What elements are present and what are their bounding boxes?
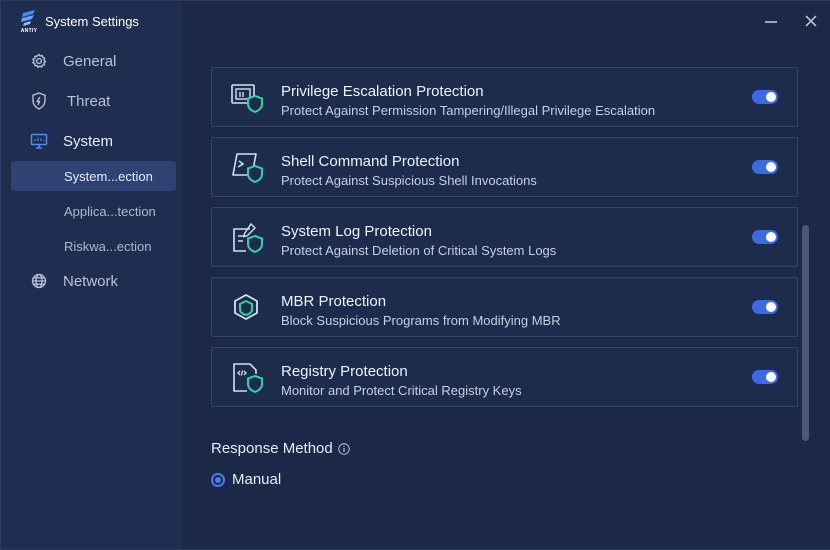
sidebar-item-label: System: [63, 132, 114, 150]
sidebar: ANTIY System Settings General Threat Sys…: [1, 1, 182, 549]
response-method-title: Response Method: [211, 440, 333, 457]
sidebar-subitem-label: System...ection: [64, 168, 153, 184]
close-icon: [805, 15, 817, 27]
card-title: MBR Protection: [281, 293, 387, 310]
manual-radio-option[interactable]: Manual: [211, 471, 281, 488]
sidebar-item-system[interactable]: System: [11, 126, 176, 156]
toggle-knob: [766, 92, 776, 102]
sidebar-subitem-label: Applica...tection: [64, 203, 156, 219]
card-title: Privilege Escalation Protection: [281, 83, 484, 100]
registry-card: Registry Protection Monitor and Protect …: [211, 347, 798, 407]
globe-icon: [30, 272, 48, 290]
sidebar-subitem-application-protection[interactable]: Applica...tection: [11, 196, 176, 226]
toggle-knob: [766, 162, 776, 172]
minimize-icon: [765, 21, 777, 23]
mbr-toggle[interactable]: [752, 300, 778, 314]
response-method-heading: Response Method: [211, 440, 350, 457]
card-description: Protect Against Permission Tampering/Ill…: [281, 103, 656, 118]
sidebar-subitem-label: Riskwa...ection: [64, 238, 152, 254]
mbr-card: MBR Protection Block Suspicious Programs…: [211, 277, 798, 337]
sidebar-item-general[interactable]: General: [11, 46, 176, 76]
sidebar-item-threat[interactable]: Threat: [11, 86, 176, 116]
manual-radio[interactable]: [211, 472, 225, 487]
info-icon[interactable]: [338, 442, 350, 455]
main-panel: Privilege Escalation Protection Protect …: [182, 1, 830, 549]
logo-text: ANTIY: [20, 27, 38, 34]
shield-bolt-icon: [30, 92, 48, 110]
privilege-escalation-toggle[interactable]: [752, 90, 778, 104]
card-description: Monitor and Protect Critical Registry Ke…: [281, 383, 522, 398]
toggle-knob: [766, 302, 776, 312]
radio-label: Manual: [232, 471, 282, 488]
close-button[interactable]: [801, 11, 821, 31]
shell-command-toggle[interactable]: [752, 160, 778, 174]
sidebar-item-label: Threat: [67, 92, 111, 110]
card-description: Block Suspicious Programs from Modifying…: [281, 313, 561, 328]
sidebar-subitem-riskware-protection[interactable]: Riskwa...ection: [11, 231, 176, 261]
sidebar-item-network[interactable]: Network: [11, 266, 176, 296]
system-log-toggle[interactable]: [752, 230, 778, 244]
toggle-knob: [766, 232, 776, 242]
privilege-shield-icon: [231, 84, 263, 114]
system-log-card: System Log Protection Protect Against De…: [211, 207, 798, 267]
monitor-icon: [30, 132, 48, 150]
registry-shield-icon: [233, 363, 263, 394]
log-shield-icon: [233, 222, 263, 254]
sidebar-item-label: Network: [63, 272, 119, 290]
card-title: Shell Command Protection: [281, 153, 460, 170]
sidebar-item-label: General: [63, 52, 117, 70]
card-title: System Log Protection: [281, 223, 432, 240]
card-description: Protect Against Deletion of Critical Sys…: [281, 243, 557, 258]
gear-icon: [30, 52, 48, 70]
settings-window: ANTIY System Settings General Threat Sys…: [0, 0, 830, 550]
title-bar: ANTIY System Settings: [1, 1, 182, 41]
terminal-shield-icon: [232, 153, 263, 184]
toggle-knob: [766, 372, 776, 382]
antiy-logo-icon: ANTIY: [19, 8, 39, 34]
card-title: Registry Protection: [281, 363, 408, 380]
radio-dot: [215, 476, 221, 483]
shell-command-card: Shell Command Protection Protect Against…: [211, 137, 798, 197]
registry-toggle[interactable]: [752, 370, 778, 384]
app-title: System Settings: [45, 13, 139, 29]
sidebar-subitem-system-protection[interactable]: System...ection: [11, 161, 176, 191]
scrollbar-thumb[interactable]: [802, 225, 809, 441]
hexagon-shield-icon: [234, 294, 258, 320]
card-description: Protect Against Suspicious Shell Invocat…: [281, 173, 537, 188]
privilege-escalation-card: Privilege Escalation Protection Protect …: [211, 67, 798, 127]
minimize-button[interactable]: [761, 11, 781, 31]
